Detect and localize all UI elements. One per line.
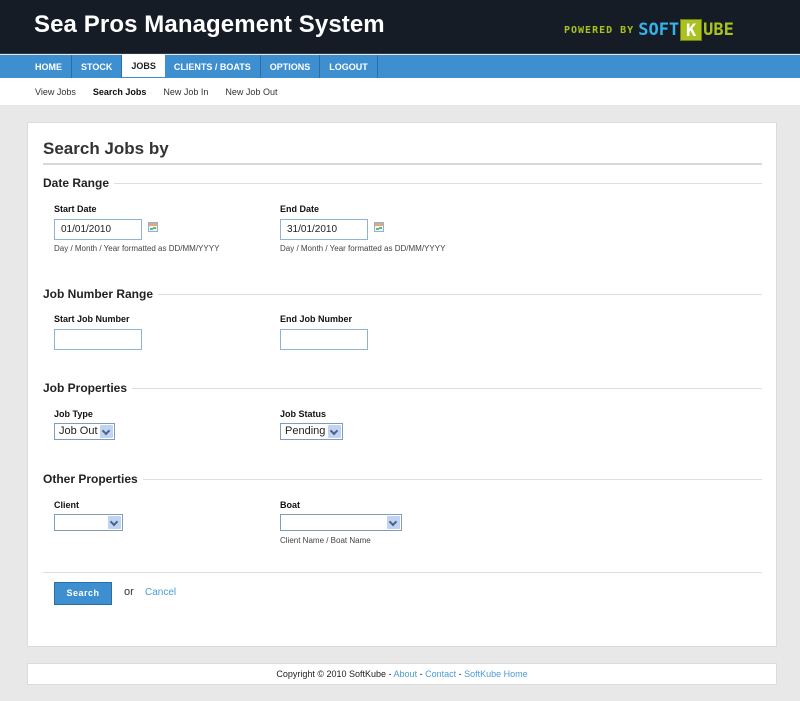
subnav-new-job-in[interactable]: New Job In	[163, 87, 208, 97]
boat-field: Boat	[280, 500, 300, 510]
legend-rule	[142, 478, 762, 480]
end-date-label: End Date	[280, 204, 320, 214]
end-date-input[interactable]: 31/01/2010	[280, 219, 368, 240]
footer: Copyright © 2010 SoftKube - About - Cont…	[27, 663, 777, 685]
job-type-value: Job Out	[59, 425, 98, 437]
job-status-field: Job Status	[280, 409, 326, 419]
job-number-legend: Job Number Range	[43, 287, 154, 301]
start-job-number-label: Start Job Number	[54, 314, 130, 324]
subnav-search-jobs[interactable]: Search Jobs	[93, 87, 147, 97]
job-type-field: Job Type	[54, 409, 93, 419]
job-type-select[interactable]: Job Out	[54, 423, 115, 440]
section-legend: Date Range	[43, 176, 762, 190]
nav-clients-boats[interactable]: CLIENTS / BOATS	[165, 55, 261, 78]
subnav-view-jobs[interactable]: View Jobs	[35, 87, 76, 97]
end-job-number-label: End Job Number	[280, 314, 353, 324]
client-label: Client	[54, 500, 80, 510]
nav-stock[interactable]: STOCK	[72, 55, 123, 78]
legend-rule	[132, 387, 762, 389]
start-date-hint: Day / Month / Year formatted as DD/MM/YY…	[54, 244, 220, 253]
nav-logout[interactable]: LOGOUT	[320, 55, 378, 78]
footer-separator: -	[417, 669, 426, 679]
job-status-value: Pending	[285, 425, 326, 437]
start-job-number-field: Start Job Number	[54, 314, 130, 324]
date-range-legend: Date Range	[43, 176, 110, 190]
search-button[interactable]: Search	[54, 582, 112, 605]
cancel-link[interactable]: Cancel	[145, 587, 176, 598]
start-date-field: Start Date	[54, 204, 97, 214]
footer-separator: -	[456, 669, 465, 679]
start-date-input[interactable]: 01/01/2010	[54, 219, 142, 240]
end-job-number-input[interactable]	[280, 329, 368, 350]
brand-k: K	[680, 19, 703, 41]
nav-jobs[interactable]: JOBS	[122, 54, 165, 77]
brand-ube: UBE	[703, 20, 734, 40]
end-job-number-field: End Job Number	[280, 314, 352, 324]
softkube-home-link[interactable]: SoftKube Home	[464, 669, 528, 679]
section-legend: Job Properties	[43, 381, 762, 395]
brand-soft: SOFT	[638, 20, 680, 40]
boat-hint: Client Name / Boat Name	[280, 536, 371, 545]
job-status-select[interactable]: Pending	[280, 423, 343, 440]
client-field: Client	[54, 500, 79, 510]
chevron-down-icon	[328, 425, 341, 438]
job-properties-section: Job Properties	[43, 381, 762, 395]
chevron-down-icon	[387, 516, 400, 529]
subnav-new-job-out[interactable]: New Job Out	[225, 87, 277, 97]
other-properties-section: Other Properties	[43, 472, 762, 486]
other-properties-legend: Other Properties	[43, 472, 138, 486]
legend-rule	[114, 182, 762, 184]
actions-divider	[43, 572, 762, 573]
nav-home[interactable]: HOME	[27, 55, 72, 78]
job-status-label: Job Status	[280, 409, 327, 419]
calendar-icon[interactable]	[374, 222, 384, 232]
start-job-number-input[interactable]	[54, 329, 142, 350]
job-number-section: Job Number Range	[43, 287, 762, 301]
main-nav: HOME STOCK JOBS CLIENTS / BOATS OPTIONS …	[0, 54, 800, 78]
start-date-label: Start Date	[54, 204, 97, 214]
powered-by-logo: POWERED BY SOFT K UBE	[564, 19, 734, 41]
date-range-section: Date Range	[43, 176, 762, 190]
calendar-icon[interactable]	[148, 222, 158, 232]
client-select[interactable]	[54, 514, 123, 531]
boat-select[interactable]	[280, 514, 402, 531]
section-legend: Other Properties	[43, 472, 762, 486]
legend-rule	[158, 293, 762, 295]
chevron-down-icon	[108, 516, 121, 529]
end-date-field: End Date	[280, 204, 319, 214]
header: Sea Pros Management System POWERED BY SO…	[0, 0, 800, 54]
sub-nav: View Jobs Search Jobs New Job In New Job…	[0, 78, 800, 105]
job-type-label: Job Type	[54, 409, 93, 419]
boat-label: Boat	[280, 500, 300, 510]
search-form-card: Search Jobs by Date Range Start Date 01/…	[27, 122, 777, 647]
powered-by-text: POWERED BY	[564, 24, 635, 36]
copyright-text: Copyright © 2010 SoftKube -	[276, 669, 394, 679]
or-text: or	[124, 586, 134, 598]
nav-options[interactable]: OPTIONS	[261, 55, 321, 78]
page-title: Search Jobs by	[43, 139, 169, 158]
contact-link[interactable]: Contact	[425, 669, 456, 679]
end-date-hint: Day / Month / Year formatted as DD/MM/YY…	[280, 244, 446, 253]
app-title: Sea Pros Management System	[34, 11, 385, 38]
chevron-down-icon	[100, 425, 113, 438]
title-divider	[43, 163, 762, 165]
job-properties-legend: Job Properties	[43, 381, 128, 395]
about-link[interactable]: About	[394, 669, 418, 679]
section-legend: Job Number Range	[43, 287, 762, 301]
